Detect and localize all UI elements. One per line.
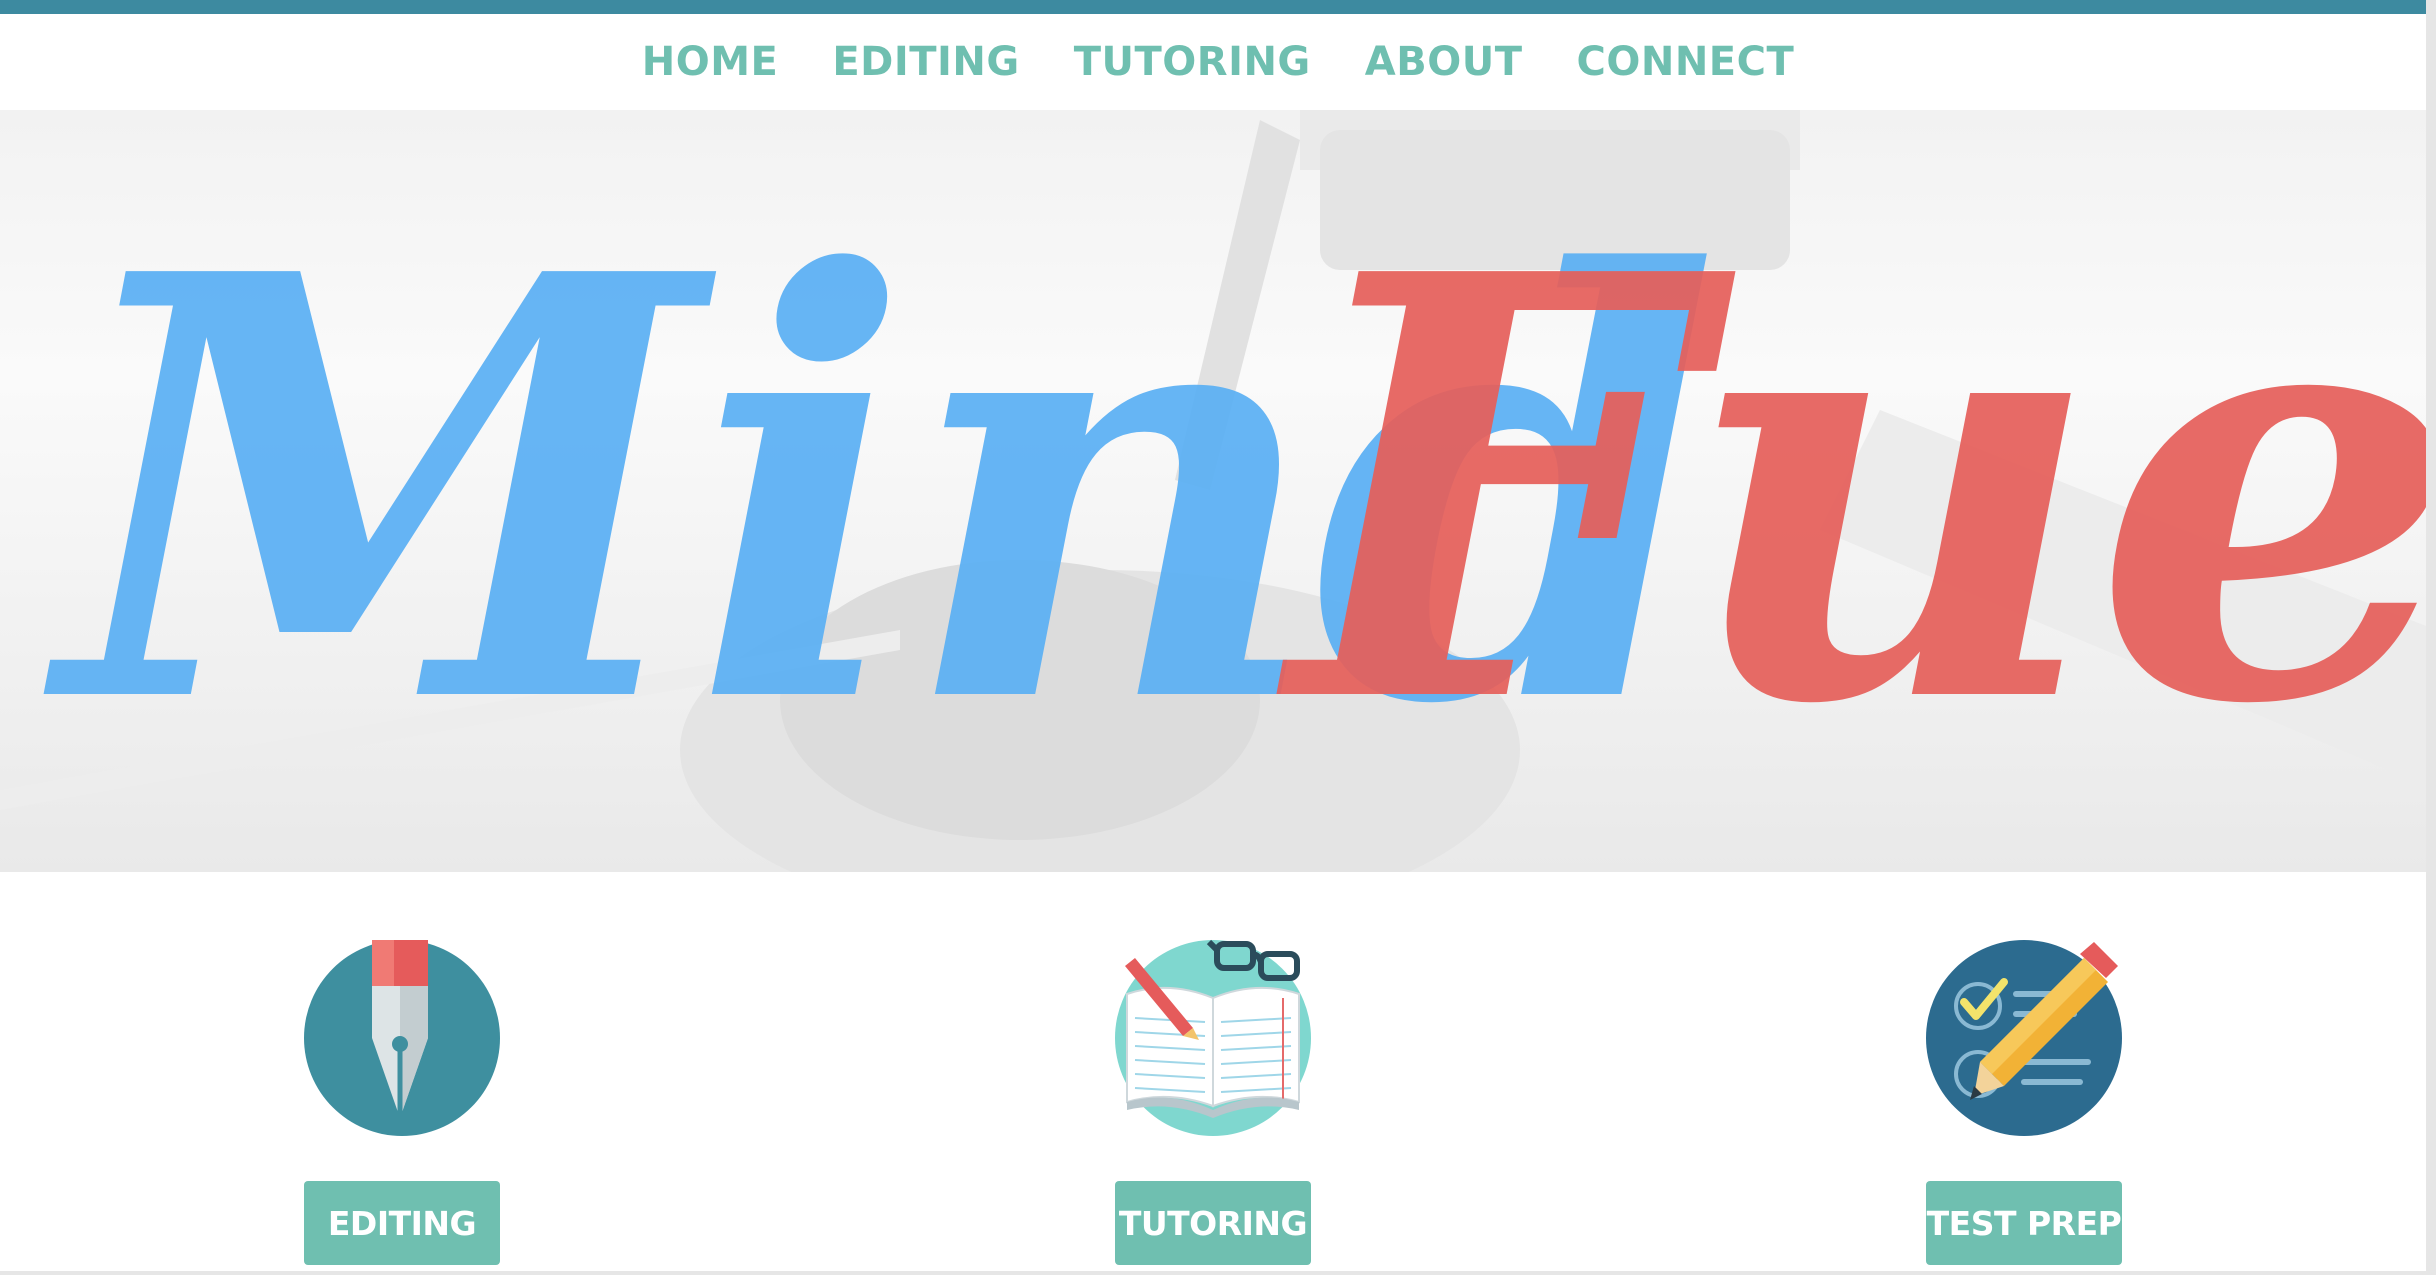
top-accent-strip <box>0 0 2436 14</box>
test-prep-button[interactable]: TEST PREP <box>1926 1181 2122 1265</box>
service-editing: EDITING <box>302 938 502 1265</box>
fountain-pen-icon <box>304 940 500 1136</box>
nav-editing-link[interactable]: EDITING <box>832 39 1019 85</box>
open-book-icon <box>1115 939 1311 1136</box>
nav-home-link[interactable]: HOME <box>642 39 779 85</box>
nav-tutoring-link[interactable]: TUTORING <box>1074 39 1311 85</box>
tutoring-button[interactable]: TUTORING <box>1115 1181 1311 1265</box>
editing-button[interactable]: EDITING <box>304 1181 500 1265</box>
nav-connect-link[interactable]: CONNECT <box>1576 39 1794 85</box>
window-bottom-border <box>0 1271 2436 1275</box>
checklist-pencil-icon <box>1926 940 2122 1136</box>
main-navigation: HOME EDITING TUTORING ABOUT CONNECT <box>0 14 2436 110</box>
window-right-border <box>2426 0 2436 1275</box>
hero-banner: Mind Fuel <box>0 110 2436 872</box>
service-test-prep: TEST PREP <box>1924 938 2124 1265</box>
service-tutoring: TUTORING <box>1113 938 1313 1265</box>
nav-about-link[interactable]: ABOUT <box>1365 39 1523 85</box>
brand-logo-fuel: Fuel <box>1290 149 2436 831</box>
